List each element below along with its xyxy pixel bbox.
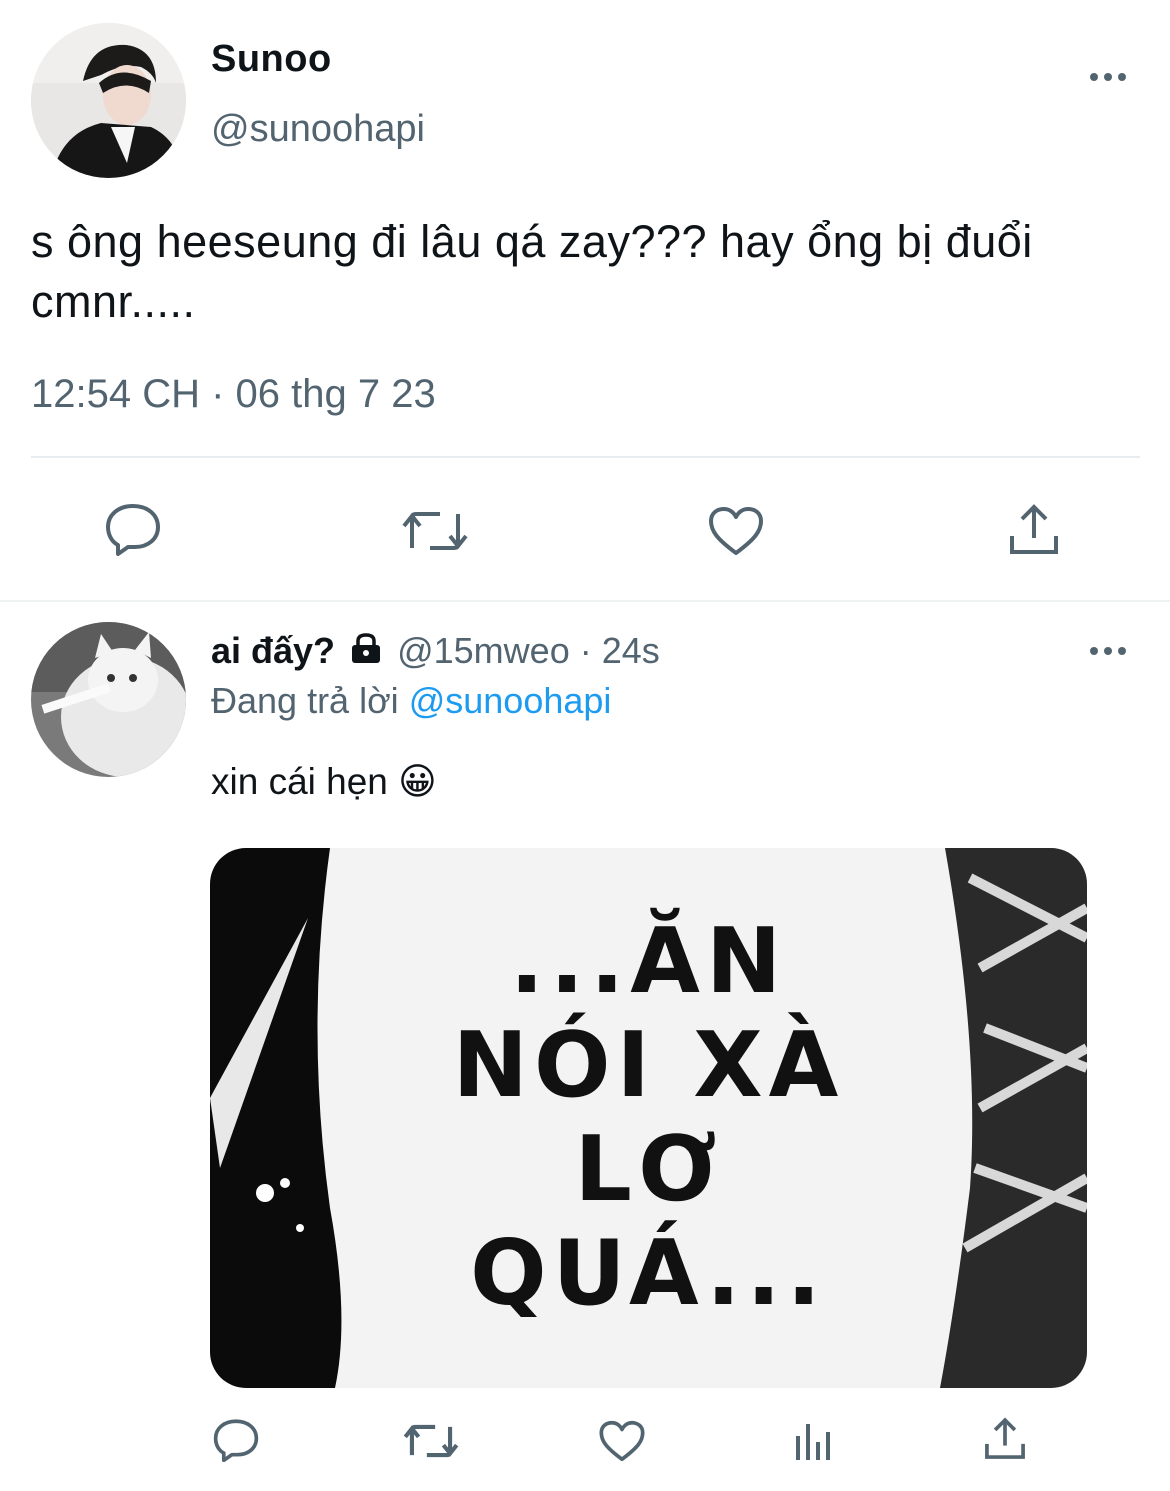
avatar-photo xyxy=(31,23,186,178)
tweet-text: s ông heeseung đi lâu qá zay??? hay ổng … xyxy=(31,216,1033,327)
reply-icon[interactable] xyxy=(104,502,162,561)
meme-caption: ...ĂN NÓI XÀ LƠ QUÁ... xyxy=(210,848,1087,1388)
reply-author-line: ai đấy? @15mweo · 24s xyxy=(211,630,660,674)
reply-like-icon[interactable] xyxy=(598,1419,646,1468)
replying-prefix: Đang trả lời xyxy=(211,680,399,721)
author-name[interactable]: Sunoo xyxy=(211,38,332,81)
reply-text: xin cái hẹn 😀 xyxy=(211,761,437,802)
reply-media-image[interactable]: ...ĂN NÓI XÀ LƠ QUÁ... xyxy=(210,848,1087,1388)
meme-caption-text: ...ĂN NÓI XÀ LƠ QUÁ... xyxy=(452,909,845,1326)
divider xyxy=(31,456,1140,458)
author-avatar[interactable] xyxy=(31,23,186,178)
avatar-photo xyxy=(31,622,186,777)
replying-to-link[interactable]: @sunoohapi xyxy=(409,680,612,721)
reply-reply-icon[interactable] xyxy=(212,1418,260,1467)
replying-to: Đang trả lời @sunoohapi xyxy=(211,680,611,722)
reply-author-handle[interactable]: @15mweo xyxy=(397,630,570,671)
tweet-separator xyxy=(0,600,1170,602)
analytics-icon[interactable] xyxy=(792,1420,836,1467)
reply-share-icon[interactable] xyxy=(982,1416,1028,1467)
reply-author-name[interactable]: ai đấy? xyxy=(211,630,335,671)
reply-retweet-icon[interactable] xyxy=(402,1420,460,1467)
reply-age: · 24s xyxy=(579,630,660,671)
more-icon[interactable] xyxy=(1088,64,1128,87)
tweet-timestamp[interactable]: 12:54 CH · 06 thg 7 23 xyxy=(31,372,436,417)
retweet-icon[interactable] xyxy=(400,506,470,561)
share-icon[interactable] xyxy=(1006,502,1062,563)
author-handle[interactable]: @sunoohapi xyxy=(211,108,425,151)
reply-more-icon[interactable] xyxy=(1088,638,1128,661)
like-icon[interactable] xyxy=(707,505,765,562)
lock-icon xyxy=(349,632,383,674)
reply-author-avatar[interactable] xyxy=(31,622,186,777)
